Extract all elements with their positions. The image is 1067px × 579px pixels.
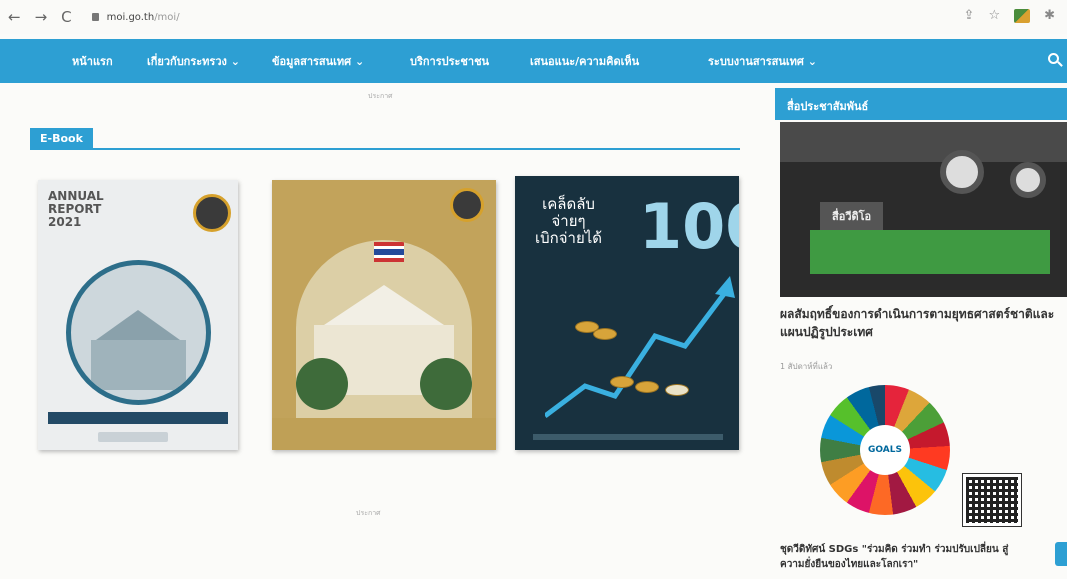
coin-icon	[593, 328, 617, 340]
video-title-link[interactable]: ผลสัมฤทธิ์ของการดำเนินการตามยุทธศาสตร์ชา…	[780, 305, 1062, 341]
qr-code-image	[962, 473, 1022, 527]
book-number: 100	[639, 190, 739, 263]
book-caption-band	[272, 418, 496, 450]
nav-item-systems[interactable]: ระบบงานสารสนเทศ ⌄	[708, 52, 817, 70]
ad-label: ประกาศ	[368, 92, 393, 100]
video-title-band	[810, 230, 1050, 274]
book-title: ANNUAL REPORT 2021	[48, 189, 104, 229]
film-reel-icon	[940, 150, 984, 194]
film-reel-icon	[1010, 162, 1046, 198]
building-illustration	[66, 260, 211, 405]
video-thumbnail[interactable]: สื่อวีดิโอ	[780, 122, 1067, 297]
url-host: moi.go.th	[106, 11, 155, 23]
video-date: 1 สัปดาห์ที่แล้ว	[780, 362, 833, 371]
ebook-annual-report-2021[interactable]: ANNUAL REPORT 2021	[38, 180, 238, 450]
forward-icon[interactable]: →	[35, 8, 48, 26]
growth-arrow-icon	[545, 276, 735, 418]
main-navigation: หน้าแรก เกี่ยวกับกระทรวง ⌄ ข้อมูลสารสนเท…	[0, 39, 1067, 83]
video-label: สื่อวีดิโอ	[820, 202, 884, 230]
address-bar[interactable]: moi.go.th/moi/	[91, 11, 180, 23]
book-caption-bar	[533, 434, 723, 440]
banknote-icon	[665, 384, 689, 396]
media-section-header: สื่อประชาสัมพันธ์	[775, 88, 1067, 120]
lock-icon	[91, 13, 99, 21]
book-title: เคล็ดลับ จ่ายๆ เบิกจ่ายได้	[535, 195, 603, 247]
sdg-video-caption[interactable]: ชุดวีดิทัศน์ SDGs "ร่วมคิด ร่วมทำ ร่วมปร…	[780, 542, 1020, 572]
sdg-goals-text: GOALS	[868, 445, 902, 455]
ad-label-bottom: ประกาศ	[356, 509, 381, 517]
ebook-100-tips[interactable]: เคล็ดลับ จ่ายๆ เบิกจ่ายได้ 100	[515, 176, 739, 450]
ebook-performance-report[interactable]	[272, 180, 496, 450]
book-caption-bar	[48, 412, 228, 424]
nav-item-home[interactable]: หน้าแรก	[72, 52, 113, 70]
url-path: /moi/	[154, 11, 180, 23]
nav-item-information[interactable]: ข้อมูลสารสนเทศ ⌄	[272, 52, 364, 70]
publisher-logo	[98, 432, 168, 442]
nav-item-feedback[interactable]: เสนอแนะ/ความคิดเห็น	[530, 52, 639, 70]
bookmark-star-icon[interactable]: ☆	[988, 8, 1000, 23]
nav-item-about[interactable]: เกี่ยวกับกระทรวง ⌄	[147, 52, 240, 70]
reload-icon[interactable]: C	[61, 8, 71, 26]
extension-icon[interactable]	[1014, 8, 1031, 23]
ministry-seal-icon	[193, 194, 231, 232]
ebook-section-header: E-Book	[30, 128, 740, 150]
coin-icon	[635, 381, 659, 393]
browser-toolbar: ← → C moi.go.th/moi/ ⇪ ☆ ✱	[0, 0, 1067, 34]
nav-item-services[interactable]: บริการประชาชน	[410, 52, 489, 70]
coin-icon	[610, 376, 634, 388]
back-icon[interactable]: ←	[8, 8, 21, 26]
ebook-heading: E-Book	[30, 128, 93, 150]
thai-flag-icon	[374, 242, 404, 262]
media-heading: สื่อประชาสัมพันธ์	[787, 100, 869, 113]
search-icon[interactable]	[1048, 53, 1059, 64]
extensions-puzzle-icon[interactable]: ✱	[1044, 8, 1055, 23]
scroll-edge-button[interactable]	[1055, 542, 1067, 566]
ministry-seal-icon	[450, 188, 484, 222]
share-icon[interactable]: ⇪	[964, 8, 975, 23]
